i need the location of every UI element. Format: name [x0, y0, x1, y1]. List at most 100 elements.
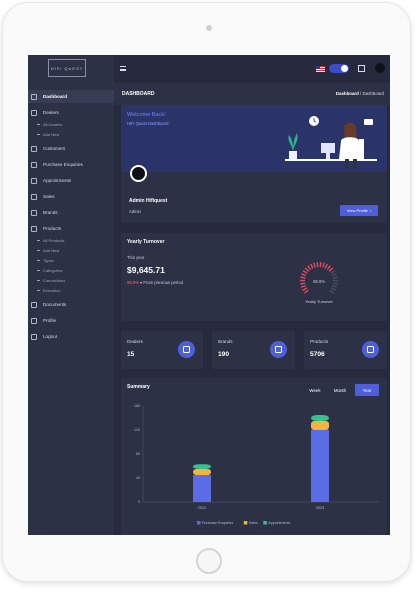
gauge-value: 68.9%	[313, 279, 325, 284]
turnover-title: Yearly Turnover	[127, 239, 165, 245]
sidebar-item-documents[interactable]: Documents	[28, 298, 114, 311]
gauge-tick	[300, 284, 307, 288]
profile-avatar[interactable]	[130, 165, 147, 182]
sidebar-item-label: Purchase Enquiries	[43, 162, 83, 167]
logo-text: HIFI QUEST	[50, 65, 84, 71]
user-avatar-icon[interactable]	[375, 63, 385, 73]
sidebar-item-products[interactable]: Products	[28, 222, 114, 235]
gauge-tick	[331, 284, 338, 288]
sidebar-subitem-add-new[interactable]: Add New	[28, 245, 114, 255]
topbar	[114, 55, 390, 83]
x-tick-label: 2023	[316, 506, 324, 510]
sidebar-subitem-add-new[interactable]: Add New	[28, 129, 114, 139]
stat-card-dealers[interactable]: Dealers 15	[121, 331, 203, 369]
stat-label: Products	[310, 339, 329, 344]
breadcrumb: Dashboard / Dashboard	[336, 91, 384, 96]
sidebar-subitem-all-dealers[interactable]: All Dealers	[28, 119, 114, 129]
sidebar-item-label: Appointments	[43, 178, 72, 183]
bar-purchase-enquiries	[193, 475, 211, 502]
sidebar-subitem-execution[interactable]: Execution	[28, 285, 114, 295]
profile-icon	[31, 317, 37, 324]
sidebar-item-label: Connections	[43, 277, 66, 283]
products-icon	[31, 225, 37, 232]
home-button[interactable]	[196, 548, 222, 574]
menu-icon[interactable]	[120, 66, 126, 71]
logo[interactable]: HIFI QUEST	[48, 59, 86, 77]
gauge-tick	[332, 282, 338, 285]
gauge-label: Yearly Turnover	[305, 299, 334, 304]
sidebar-item-label: Customers	[43, 146, 66, 151]
us-flag-icon[interactable]	[316, 66, 325, 72]
stat-card-brands[interactable]: Brands 190	[212, 331, 295, 369]
enquiries-icon	[31, 161, 37, 168]
page-header: DASHBOARD Dashboard / Dashboard	[114, 83, 390, 105]
stat-value: 5706	[310, 351, 325, 358]
gauge-tick	[313, 262, 316, 268]
sidebar-item-label: Sales	[43, 194, 55, 199]
bullet-icon	[37, 279, 40, 281]
bar-sales	[193, 469, 211, 475]
dashboard-icon	[31, 93, 37, 100]
sidebar-item-dealers[interactable]: Dealers	[28, 106, 114, 119]
bullet-icon	[37, 239, 40, 241]
sidebar-subitem-categories[interactable]: Categories	[28, 265, 114, 275]
page-title: DASHBOARD	[122, 91, 155, 97]
fullscreen-icon[interactable]	[358, 65, 365, 72]
sidebar-item-profile[interactable]: Profile	[28, 314, 114, 327]
stat-value: 15	[127, 351, 135, 358]
bullet-icon	[37, 133, 40, 135]
sidebar-item-logout[interactable]: Logout	[28, 330, 114, 343]
summary-card: Summary Week Month Year 0 40 80 120 160 2022 2…	[121, 378, 387, 535]
sidebar-item-dashboard[interactable]: Dashboard	[28, 90, 114, 103]
sidebar-item-label: Execution	[43, 287, 61, 293]
dealers-stat-icon	[178, 341, 195, 358]
breadcrumb-root[interactable]: Dashboard	[336, 91, 359, 96]
gauge-tick	[303, 289, 309, 294]
gauge-chart: 68.9% Yearly Turnover	[299, 262, 339, 304]
sidebar-item-sales[interactable]: Sales	[28, 190, 114, 203]
legend-swatch	[243, 521, 248, 525]
turnover-change-value: 68.9%	[127, 280, 139, 285]
brands-stat-icon	[270, 341, 287, 358]
gauge-tick	[328, 267, 334, 272]
gauge-tick	[326, 265, 331, 271]
sidebar-item-brands[interactable]: Brands	[28, 206, 114, 219]
sidebar-item-label: Categories	[43, 267, 63, 273]
tab-year[interactable]: Year	[355, 384, 379, 396]
stat-value: 190	[218, 351, 230, 358]
x-tick-label: 2022	[198, 506, 206, 510]
gauge-tick	[324, 263, 328, 269]
y-tick-label: 0	[138, 500, 140, 504]
sidebar-subitem-types[interactable]: Types	[28, 255, 114, 265]
theme-toggle[interactable]	[329, 64, 349, 73]
y-tick-label: 80	[136, 452, 140, 456]
app-screen: HIFI QUEST Dashboard Dealers All Dealers Ad…	[28, 55, 390, 535]
legend-label: Appointments	[268, 521, 290, 525]
tab-week[interactable]: Week	[305, 384, 325, 396]
gauge-tick	[301, 273, 307, 277]
stat-label: Dealers	[127, 339, 143, 344]
gauge-tick	[332, 276, 338, 279]
sidebar-subitem-connections[interactable]: Connections	[28, 275, 114, 285]
legend-label: Sales	[249, 521, 258, 525]
view-profile-button[interactable]: View Profile ›	[340, 205, 378, 216]
gauge-tick	[329, 289, 335, 294]
camera	[206, 25, 212, 31]
sidebar-item-label: Products	[43, 226, 62, 231]
yearly-turnover-card: Yearly Turnover This year $9,645.71 68.9…	[121, 233, 387, 321]
sidebar-item-label: Add New	[43, 247, 60, 253]
stat-card-products[interactable]: Products 5706	[304, 331, 387, 369]
tablet-frame: HIFI QUEST Dashboard Dealers All Dealers Ad…	[2, 2, 411, 582]
sidebar-item-label: Brands	[43, 210, 58, 215]
tab-month[interactable]: Month	[329, 384, 351, 396]
admin-name: Admin Hifiquest	[129, 198, 168, 204]
sidebar-item-appointments[interactable]: Appointments	[28, 174, 114, 187]
sidebar-subitem-all-products[interactable]: All Products	[28, 235, 114, 245]
gauge-tick	[304, 267, 310, 272]
bar-purchase-enquiries	[311, 430, 329, 502]
gauge-tick	[302, 270, 308, 275]
legend-swatch	[263, 521, 267, 525]
gauge-tick	[300, 276, 306, 279]
sidebar-item-customers[interactable]: Customers	[28, 142, 114, 155]
sidebar-item-purchase-enquiries[interactable]: Purchase Enquiries	[28, 158, 114, 171]
